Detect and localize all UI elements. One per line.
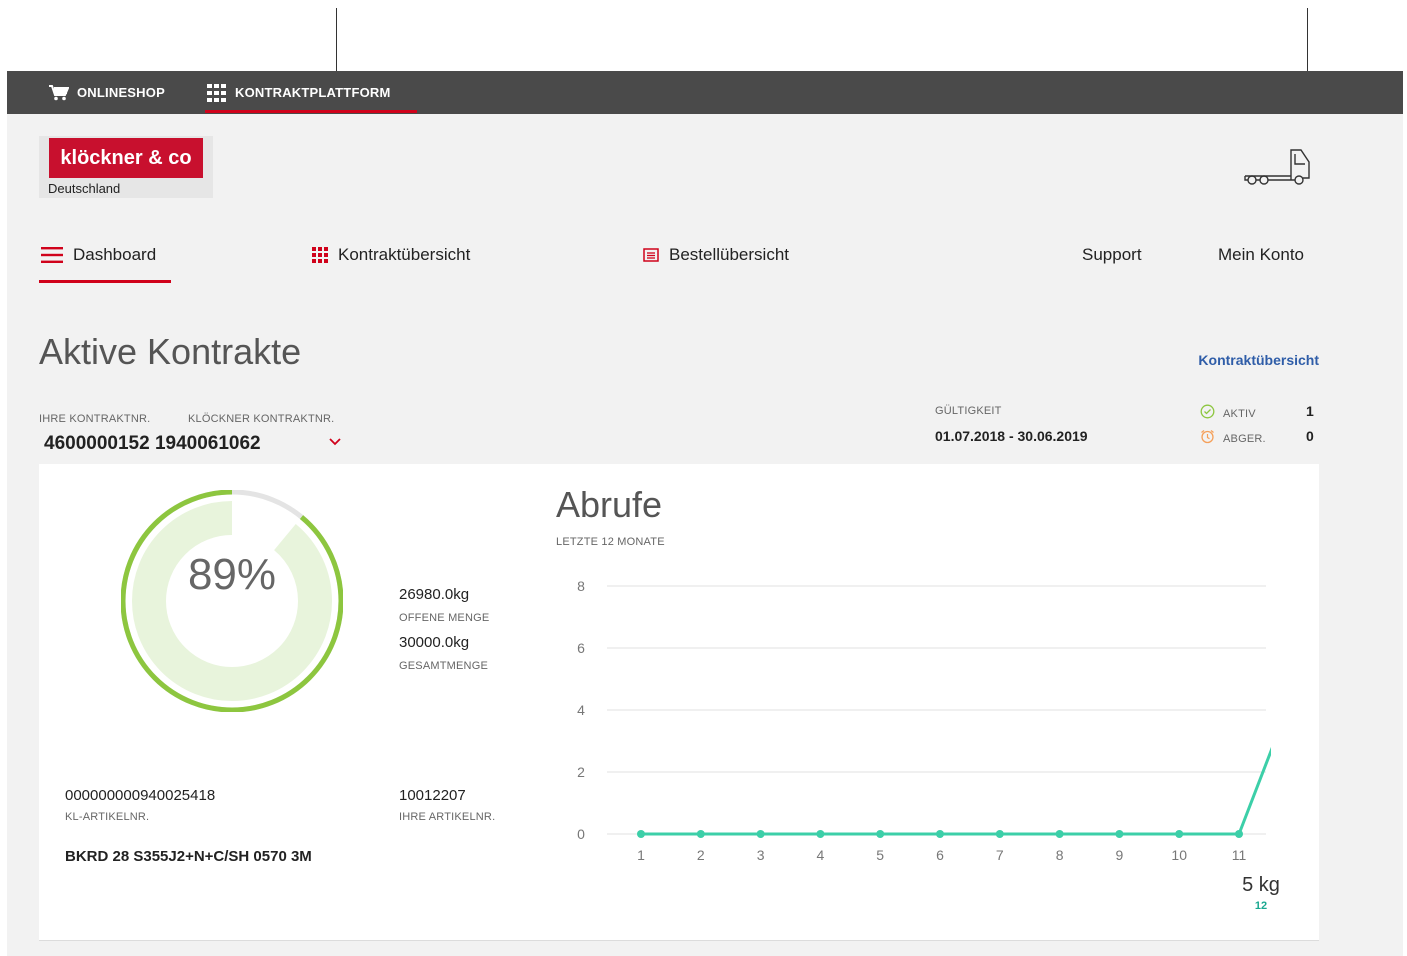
status-abger: ABGER.: [1200, 429, 1266, 449]
ihre-kontraktnr-label: IHRE KONTRAKTNR.: [39, 413, 151, 425]
contract-numbers: 4600000152 1940061062: [44, 433, 261, 454]
tooltip-value: 5 kg: [1242, 874, 1280, 896]
progress-ring-inner: [132, 501, 332, 701]
gesamtmenge-label: GESAMTMENGE: [399, 660, 488, 672]
aktiv-label: AKTIV: [1223, 408, 1256, 420]
data-point: [1055, 830, 1064, 838]
offene-menge-label: OFFENE MENGE: [399, 612, 490, 624]
gesamtmenge-value: 30000.0kg: [399, 634, 470, 651]
nav-dashboard-label: Dashboard: [73, 245, 157, 264]
abger-count: 0: [1306, 428, 1314, 444]
x-tick-label: 3: [757, 847, 765, 863]
logo-wordmark: klöckner & co: [49, 138, 203, 178]
aktiv-count: 1: [1306, 403, 1314, 419]
x-tick-label: 10: [1171, 847, 1187, 863]
kl-artikelnr-label: KL-ARTIKELNR.: [65, 811, 150, 823]
x-tick-label: 4: [817, 847, 825, 863]
y-tick-label: 4: [577, 702, 585, 718]
chevron-down-icon[interactable]: [328, 434, 342, 452]
gueltigkeit-label: GÜLTIGKEIT: [935, 405, 1002, 417]
tab-kontraktplattform-label: KONTRAKTPLATTFORM: [235, 85, 391, 100]
chart-title: Abrufe: [556, 484, 663, 525]
nav-mein-konto-label: Mein Konto: [1218, 245, 1304, 264]
data-point: [936, 830, 944, 838]
data-point: [876, 830, 885, 838]
menu-icon: [41, 247, 63, 263]
data-point: [1235, 830, 1243, 838]
y-tick-label: 8: [577, 578, 585, 594]
x-tick-label: 7: [996, 847, 1004, 863]
check-circle-icon: [1200, 404, 1215, 424]
active-nav-indicator: [39, 280, 171, 283]
x-tick-label: 8: [1056, 847, 1064, 863]
alarm-clock-icon: [1200, 429, 1215, 449]
x-tick-label: 11: [1232, 847, 1247, 863]
x-tick-label: 6: [936, 847, 944, 863]
y-tick-label: 2: [577, 764, 585, 780]
active-tab-indicator: [205, 110, 417, 113]
data-point: [696, 830, 705, 838]
nav-bestelluebersicht[interactable]: Bestellübersicht: [643, 242, 789, 268]
x-tick-label: 9: [1116, 847, 1124, 863]
ihre-artikelnr-label: IHRE ARTIKELNR.: [399, 811, 496, 823]
y-tick-label: 0: [577, 826, 585, 842]
nav-dashboard[interactable]: Dashboard: [41, 242, 156, 268]
x-tick-label: 5: [876, 847, 884, 863]
data-point: [1115, 830, 1124, 838]
series-line: [641, 746, 1271, 836]
offene-menge-value: 26980.0kg: [399, 586, 470, 603]
logo-subtitle: Deutschland: [48, 181, 121, 196]
abger-label: ABGER.: [1223, 433, 1266, 445]
grid-icon: [207, 83, 227, 102]
status-aktiv: AKTIV: [1200, 404, 1256, 424]
nav-mein-konto[interactable]: Mein Konto: [1218, 242, 1304, 268]
gueltigkeit-value: 01.07.2018 - 30.06.2019: [935, 428, 1088, 444]
nav-bestelluebersicht-label: Bestellübersicht: [669, 245, 790, 264]
header: klöckner & co Deutschland Dashboard Kont…: [7, 114, 1403, 286]
y-tick-label: 6: [577, 640, 585, 656]
nav-support[interactable]: Support: [1082, 242, 1142, 268]
tab-onlineshop[interactable]: ONLINESHOP: [49, 71, 165, 114]
progress-ring: [121, 490, 343, 712]
tooltip-label: 12: [1254, 900, 1268, 912]
cart-icon: [49, 84, 69, 101]
grid-icon: [312, 247, 328, 263]
list-icon: [643, 248, 659, 262]
ihre-artikelnr-value: 10012207: [399, 787, 466, 804]
tab-kontraktplattform[interactable]: KONTRAKTPLATTFORM: [207, 71, 391, 114]
data-point: [637, 830, 645, 838]
nav-kontraktuebersicht[interactable]: Kontraktübersicht: [312, 242, 470, 268]
percent-text: 89%: [187, 550, 277, 599]
product-name: BKRD 28 S355J2+N+C/SH 0570 3M: [65, 848, 312, 865]
abrufe-chart: 02468123456789101112: [577, 578, 1271, 863]
x-tick-label: 2: [697, 847, 705, 863]
top-bar: ONLINESHOP KONTRAKTPLATTFORM: [7, 71, 1403, 114]
tab-onlineshop-label: ONLINESHOP: [77, 85, 165, 100]
nav-kontraktuebersicht-label: Kontraktübersicht: [338, 245, 471, 264]
kl-artikelnr-value: 000000000940025418: [65, 787, 216, 804]
truck-icon[interactable]: [1243, 146, 1315, 193]
data-point: [1175, 830, 1184, 838]
kloeckner-kontraktnr-label: KLÖCKNER KONTRAKTNR.: [188, 413, 335, 425]
contract-card: 89% 26980.0kg OFFENE MENGE 30000.0kg GES…: [39, 464, 1319, 941]
data-point: [756, 830, 765, 838]
brand-logo[interactable]: klöckner & co Deutschland: [39, 136, 213, 198]
kontraktuebersicht-link[interactable]: Kontraktübersicht: [1198, 352, 1319, 368]
data-point: [995, 830, 1004, 838]
main-content: Aktive Kontrakte Kontraktübersicht IHRE …: [7, 286, 1403, 956]
x-tick-label: 1: [637, 847, 645, 863]
nav-support-label: Support: [1082, 245, 1142, 264]
data-point: [816, 830, 825, 838]
page-title: Aktive Kontrakte: [39, 331, 302, 372]
